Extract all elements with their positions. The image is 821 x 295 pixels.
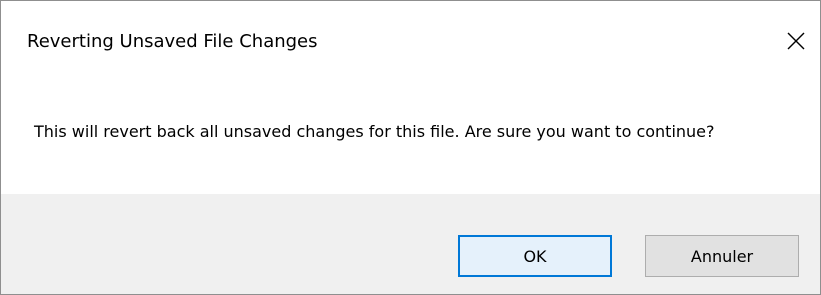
dialog-message: This will revert back all unsaved change… [34, 122, 715, 141]
dialog-title-bar: Reverting Unsaved File Changes [1, 1, 820, 89]
dialog-title: Reverting Unsaved File Changes [27, 31, 318, 52]
revert-changes-dialog: Reverting Unsaved File Changes This will… [0, 0, 821, 295]
ok-button[interactable]: OK [458, 235, 612, 277]
dialog-content: This will revert back all unsaved change… [1, 89, 820, 194]
dialog-button-bar: OK Annuler [1, 194, 820, 294]
close-icon [787, 32, 805, 50]
close-button[interactable] [774, 21, 818, 61]
cancel-button[interactable]: Annuler [645, 235, 799, 277]
